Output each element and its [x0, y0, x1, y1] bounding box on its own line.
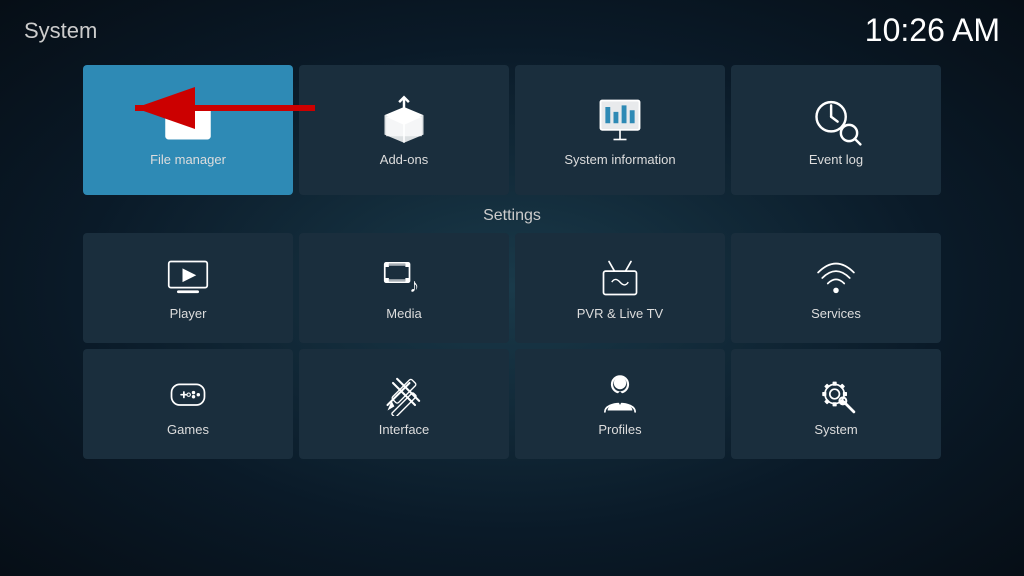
tile-games-label: Games — [167, 422, 209, 437]
folder-icon — [162, 94, 214, 146]
tile-system-information-label: System information — [564, 152, 675, 167]
tile-profiles-label: Profiles — [598, 422, 641, 437]
tile-add-ons-label: Add-ons — [380, 152, 428, 167]
tile-games[interactable]: Games — [83, 349, 293, 459]
pvr-live-tv-icon — [598, 256, 642, 300]
tile-media-label: Media — [386, 306, 421, 321]
settings-label: Settings — [0, 207, 1024, 225]
media-icon: ♪ — [382, 256, 426, 300]
player-icon — [166, 256, 210, 300]
tile-profiles[interactable]: Profiles — [515, 349, 725, 459]
page-title: System — [24, 18, 97, 44]
tile-player-label: Player — [170, 306, 207, 321]
tile-services[interactable]: Services — [731, 233, 941, 343]
tile-system[interactable]: System — [731, 349, 941, 459]
settings-row-2: Games Interface — [0, 349, 1024, 459]
tile-player[interactable]: Player — [83, 233, 293, 343]
event-log-icon — [810, 94, 862, 146]
games-icon — [166, 372, 210, 416]
clock: 10:26 AM — [865, 12, 1000, 49]
interface-icon — [382, 372, 426, 416]
tile-media[interactable]: ♪ Media — [299, 233, 509, 343]
profiles-icon — [598, 372, 642, 416]
tile-system-information[interactable]: System information — [515, 65, 725, 195]
tile-interface-label: Interface — [379, 422, 430, 437]
tile-file-manager[interactable]: File manager — [83, 65, 293, 195]
top-row: File manager Add-ons System infor — [0, 65, 1024, 195]
header: System 10:26 AM — [0, 0, 1024, 61]
services-icon — [814, 256, 858, 300]
tile-file-manager-label: File manager — [150, 152, 226, 167]
tile-interface[interactable]: Interface — [299, 349, 509, 459]
tile-event-log-label: Event log — [809, 152, 863, 167]
tile-add-ons[interactable]: Add-ons — [299, 65, 509, 195]
tile-pvr-live-tv-label: PVR & Live TV — [577, 306, 663, 321]
tile-pvr-live-tv[interactable]: PVR & Live TV — [515, 233, 725, 343]
system-information-icon — [594, 94, 646, 146]
tile-event-log[interactable]: Event log — [731, 65, 941, 195]
tile-system-label: System — [814, 422, 857, 437]
addons-icon — [378, 94, 430, 146]
tile-services-label: Services — [811, 306, 861, 321]
svg-text:♪: ♪ — [410, 275, 420, 296]
system-icon — [814, 372, 858, 416]
settings-row-1: Player ♪ Media PVR & Live TV — [0, 233, 1024, 343]
